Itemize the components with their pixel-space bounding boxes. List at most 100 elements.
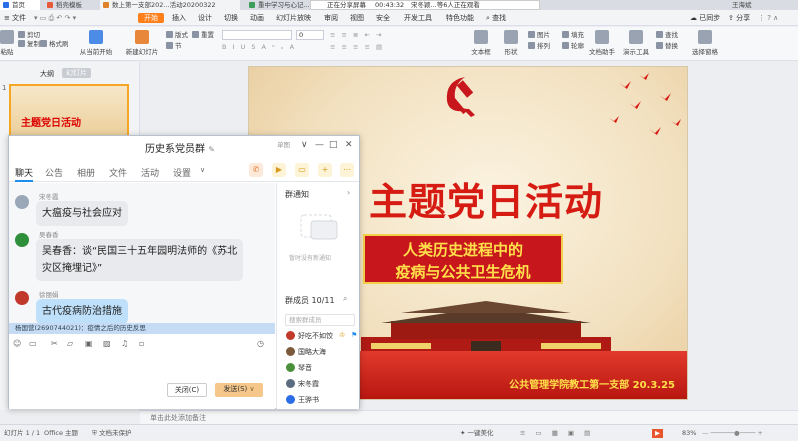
settings-chevron-icon[interactable]: ∨ xyxy=(200,166,205,174)
avatar[interactable] xyxy=(15,233,29,247)
folder-icon[interactable]: ▱ xyxy=(67,339,73,348)
menu-tab-design[interactable]: 设计 xyxy=(198,13,212,23)
text-box-button[interactable]: 文本框 xyxy=(466,30,496,56)
member-item[interactable]: 琴音 xyxy=(286,363,312,373)
doc-protect-status[interactable]: ⛨ 文档未保护 xyxy=(92,429,131,438)
message-bubble[interactable]: 大瘟疫与社会应对 xyxy=(36,201,128,226)
find-button[interactable]: 查找 xyxy=(656,31,678,40)
emoji-icon[interactable]: ☺ xyxy=(13,339,21,348)
menu-tab-security[interactable]: 安全 xyxy=(376,13,390,23)
replace-button[interactable]: 替换 xyxy=(656,42,678,51)
member-item[interactable]: 好吃不如饺 xyxy=(286,331,333,341)
avatar[interactable] xyxy=(15,195,29,209)
more-options-icon[interactable]: ⋮ ? ∧ xyxy=(758,13,778,23)
cut-button[interactable]: 剪切 xyxy=(18,31,40,40)
slide-footer[interactable]: 公共管理学院教工第一支部 20.3.25 xyxy=(509,376,675,391)
member-item[interactable]: 王骅书 xyxy=(286,395,319,405)
menu-tab-view[interactable]: 视图 xyxy=(350,13,364,23)
more-icon[interactable]: ⋯ xyxy=(340,163,354,177)
play-slideshow-icon[interactable]: ▶ xyxy=(652,429,663,438)
sync-status[interactable]: ☁ 已同步 xyxy=(690,13,720,23)
window-tab-presentation[interactable]: 数上第一支部202...活动20200322 xyxy=(100,0,240,10)
menu-tab-home[interactable]: 开始 xyxy=(138,13,164,23)
search-icon[interactable]: ⌕ xyxy=(343,294,347,304)
more-tools-icon[interactable]: ▫ xyxy=(139,339,144,348)
alignment-buttons[interactable]: ≡ ≡ ≡ ≡ ▤ xyxy=(330,43,384,52)
select-pane-button[interactable]: 选择窗格 xyxy=(688,30,722,56)
edit-icon[interactable]: ✎ xyxy=(208,145,215,154)
document-helper-button[interactable]: 文档助手 xyxy=(586,30,618,56)
new-slide-button[interactable]: 新建幻灯片 xyxy=(122,30,162,56)
paragraph-buttons[interactable]: ≡ ≡ ≣ ⇤ ⇥ xyxy=(330,31,384,40)
slides-tab[interactable]: 幻灯片 xyxy=(62,68,91,78)
close-chat-button[interactable]: 关闭(C) xyxy=(167,383,207,397)
user-name[interactable]: 王海斌 xyxy=(722,0,792,10)
menu-tab-developer[interactable]: 开发工具 xyxy=(404,13,432,23)
shape-button[interactable]: 形状 xyxy=(498,30,524,56)
outline-tab[interactable]: 大纲 xyxy=(40,69,54,79)
menu-tab-review[interactable]: 审阅 xyxy=(324,13,338,23)
message-input[interactable] xyxy=(9,351,275,409)
close-button[interactable]: ✕ xyxy=(345,140,353,150)
gif-icon[interactable]: ▭ xyxy=(29,339,37,348)
font-style-buttons[interactable]: B I U S A ⁿ ₓ A xyxy=(222,43,296,52)
member-item[interactable]: 宋冬霞 xyxy=(286,379,319,389)
chat-title-bar[interactable]: 历史系党员群 ✎ 单图 ∨ — □ ✕ xyxy=(9,136,359,156)
scissors-icon[interactable]: ✂ xyxy=(51,339,58,348)
beautify-button[interactable]: ✦ 一键美化 xyxy=(460,429,494,438)
tab-settings[interactable]: 设置 xyxy=(173,166,191,179)
slide-title[interactable]: 主题党日活动 xyxy=(369,171,603,226)
video-call-icon[interactable]: ▶ xyxy=(272,163,286,177)
copy-button[interactable]: 复制 xyxy=(18,40,40,49)
member-item[interactable]: 国略大海 xyxy=(286,347,326,357)
invite-icon[interactable]: + xyxy=(318,163,332,177)
paste-button[interactable]: 粘贴 xyxy=(0,30,18,56)
menu-tab-transition[interactable]: 切换 xyxy=(224,13,238,23)
maximize-button[interactable]: □ xyxy=(329,140,338,150)
menu-file[interactable]: 文件 xyxy=(12,13,26,23)
menu-tab-insert[interactable]: 插入 xyxy=(172,13,186,23)
tab-activity[interactable]: 活动 xyxy=(141,166,159,179)
message-list[interactable]: 宋冬霞 大瘟疫与社会应对 吴春香 吴春香：谈“民国三十五年园明法师的《苏北 灾区… xyxy=(9,183,275,323)
zoom-slider[interactable]: — ──────●──── + xyxy=(702,429,763,438)
tab-announcement[interactable]: 公告 xyxy=(45,166,63,179)
pin-button[interactable]: 单图 xyxy=(277,140,290,150)
message-bubble[interactable]: 吴春香：谈“民国三十五年园明法师的《苏北 灾区掩埋记》” xyxy=(36,239,244,281)
quick-access-icons[interactable]: ▾ ▭ ⎙ ↶ ↷ ▾ xyxy=(34,13,76,23)
menu-tab-features[interactable]: 特色功能 xyxy=(446,13,474,23)
screen-share-icon[interactable]: ▭ xyxy=(295,163,309,177)
chevron-down-icon[interactable]: ∨ xyxy=(301,140,308,150)
font-family-select[interactable] xyxy=(222,30,292,40)
layout-button[interactable]: 版式 xyxy=(166,31,188,40)
minimize-button[interactable]: — xyxy=(315,140,324,150)
mention-banner[interactable]: 杨国营(2690744021)：疫情之后的历史反思 xyxy=(9,323,275,334)
tab-album[interactable]: 相册 xyxy=(77,166,95,179)
play-from-current-button[interactable]: 从当前开始 xyxy=(76,30,116,56)
member-search-input[interactable]: 搜索群成员 xyxy=(285,314,355,326)
history-clock-icon[interactable]: ◷ xyxy=(257,339,264,348)
reset-button[interactable]: 重置 xyxy=(192,31,214,40)
menu-tab-animation[interactable]: 动画 xyxy=(250,13,264,23)
phone-call-icon[interactable]: ✆ xyxy=(249,163,263,177)
arrange-button[interactable]: 排列 xyxy=(528,42,550,51)
image-icon[interactable]: ▨ xyxy=(103,339,111,348)
window-tab-home[interactable]: 首页 xyxy=(0,0,40,10)
share-button[interactable]: ⇪ 分享 xyxy=(728,13,750,23)
tab-chat[interactable]: 聊天 xyxy=(15,166,34,182)
font-size-select[interactable]: 0 xyxy=(296,30,324,40)
menu-tab-slideshow[interactable]: 幻灯片放映 xyxy=(276,13,311,23)
picture-button[interactable]: 图片 xyxy=(528,31,550,40)
group-chat-window[interactable]: 历史系党员群 ✎ 单图 ∨ — □ ✕ 聊天 公告 相册 文件 活动 设置 ∨ … xyxy=(8,135,360,409)
tab-files[interactable]: 文件 xyxy=(109,166,127,179)
window-tab-notes[interactable]: 重中学习与心记... xyxy=(246,0,312,10)
window-tab-docer[interactable]: 稻壳模板 xyxy=(44,0,96,10)
view-mode-buttons[interactable]: ≡ ▭ ▦ ▣ ▤ xyxy=(520,429,594,438)
slide-subtitle-box[interactable]: 人类历史进程中的 疫病与公共卫生危机 xyxy=(363,234,563,284)
menu-search[interactable]: ⌕ 查找 xyxy=(486,13,506,23)
bell-icon[interactable]: ♫ xyxy=(121,339,128,348)
outline-button[interactable]: 轮廓 xyxy=(562,42,584,51)
send-button[interactable]: 发送(S) ∨ xyxy=(215,383,263,397)
screenshot-icon[interactable]: ▣ xyxy=(85,339,93,348)
notes-bar[interactable]: 单击此处添加备注 xyxy=(140,410,798,424)
format-painter-button[interactable]: 格式刷 xyxy=(40,40,69,49)
